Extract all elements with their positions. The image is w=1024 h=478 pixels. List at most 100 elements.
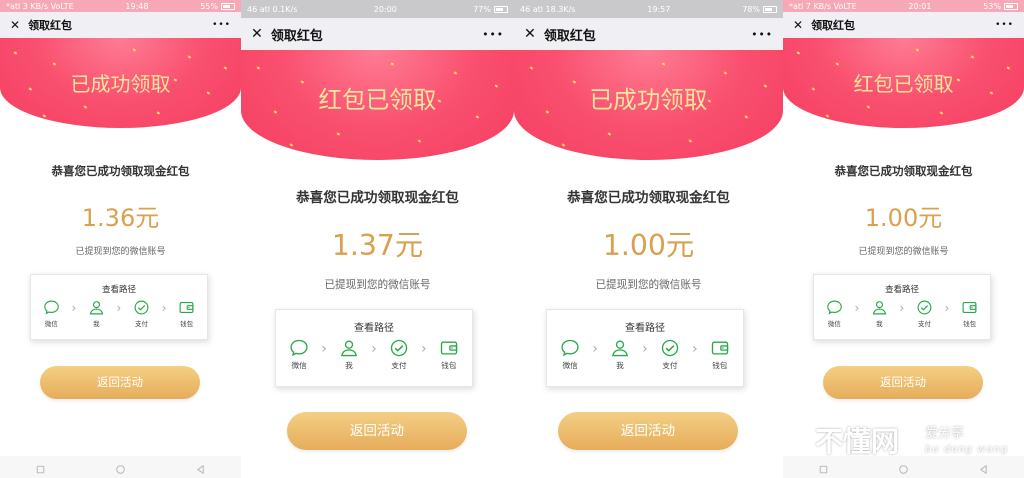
- view-path-card: 查看路径 微信 › 我 › 支付 › 钱包: [30, 274, 208, 340]
- confetti: [835, 62, 840, 66]
- path-step-label: 钱包: [963, 320, 977, 328]
- check-circle-icon: [916, 299, 933, 316]
- red-packet-amount: 1.36元: [81, 204, 160, 232]
- status-time: 19:48: [125, 1, 149, 11]
- banner-title: 红包已领取: [853, 72, 954, 96]
- red-packet-amount: 1.37元: [331, 229, 424, 262]
- path-step-label: 支付: [135, 320, 148, 328]
- banner-title: 已成功领取: [589, 85, 708, 114]
- path-step: 微信: [560, 338, 580, 371]
- path-step-label: 支付: [391, 361, 407, 371]
- back-to-activity-button[interactable]: 返回活动: [40, 366, 200, 399]
- path-step-label: 我: [345, 361, 353, 371]
- status-right: 53%: [983, 2, 1018, 11]
- confetti: [826, 113, 830, 117]
- wallet-icon: [710, 338, 730, 358]
- red-banner: 红包已领取: [241, 50, 514, 160]
- close-icon[interactable]: ✕: [793, 18, 803, 32]
- confetti: [607, 131, 612, 135]
- chevron-right-icon: ›: [642, 340, 648, 357]
- back-to-activity-button[interactable]: 返回活动: [823, 366, 983, 399]
- more-icon[interactable]: •••: [995, 20, 1014, 30]
- chevron-right-icon: ›: [371, 340, 377, 357]
- watermark-pinyin: bu dong wang: [925, 444, 1009, 455]
- back-to-activity-button[interactable]: 返回活动: [287, 412, 467, 450]
- more-icon[interactable]: •••: [212, 20, 231, 30]
- chevron-right-icon: ›: [899, 301, 905, 315]
- system-nav-bar: [0, 456, 241, 478]
- confetti: [187, 55, 192, 59]
- title-bar: ✕ 领取红包 •••: [0, 12, 241, 38]
- chat-bubble-icon: [826, 299, 843, 316]
- confetti: [688, 139, 693, 143]
- status-signal: *atl 7 KB/s VoLTE: [789, 1, 857, 11]
- battery-icon: [221, 2, 235, 10]
- confetti: [939, 111, 943, 114]
- status-right: 77%: [473, 5, 508, 14]
- path-step: 钱包: [710, 338, 730, 371]
- battery-percent: 53%: [983, 1, 1001, 11]
- page-title: 领取红包: [270, 28, 323, 44]
- path-step-label: 我: [93, 320, 100, 328]
- circle-icon[interactable]: [114, 461, 127, 474]
- check-circle-icon: [660, 338, 680, 358]
- confetti: [336, 131, 340, 135]
- path-step-label: 微信: [44, 320, 58, 328]
- path-step: 支付: [660, 338, 680, 371]
- path-step: 钱包: [178, 299, 195, 328]
- path-steps: 微信 › 我 › 支付 › 钱包: [547, 338, 743, 371]
- confetti: [132, 48, 136, 51]
- square-icon[interactable]: [817, 461, 830, 474]
- chevron-right-icon: ›: [691, 340, 698, 357]
- path-step: 支付: [133, 299, 150, 328]
- wallet-icon: [439, 338, 459, 358]
- more-icon[interactable]: •••: [751, 28, 773, 41]
- path-step: 微信: [826, 299, 843, 328]
- more-icon[interactable]: •••: [482, 28, 504, 41]
- confetti: [970, 55, 975, 59]
- chevron-right-icon: ›: [420, 340, 427, 357]
- confetti: [562, 142, 566, 146]
- triangle-back-icon[interactable]: [194, 461, 207, 474]
- path-step: 微信: [289, 338, 309, 371]
- status-bar: 46 atl 0.1K/s 20:00 77%: [241, 0, 514, 18]
- path-steps: 微信 › 我 › 支付 › 钱包: [31, 299, 207, 328]
- path-step: 钱包: [961, 299, 978, 328]
- back-to-activity-button[interactable]: 返回活动: [558, 412, 738, 450]
- confetti: [745, 115, 749, 119]
- path-step: 我: [610, 338, 630, 371]
- title-bar: ✕ 领取红包 •••: [241, 18, 514, 50]
- confetti: [661, 62, 666, 66]
- status-time: 19:57: [647, 4, 671, 14]
- path-step: 支付: [389, 338, 409, 371]
- view-path-title: 查看路径: [884, 285, 919, 295]
- close-icon[interactable]: ✕: [524, 26, 536, 42]
- path-step-label: 钱包: [712, 361, 728, 371]
- congrats-text: 恭喜您已成功领取现金红包: [567, 190, 730, 206]
- chevron-right-icon: ›: [592, 340, 598, 357]
- confetti: [797, 50, 801, 54]
- person-icon: [339, 338, 359, 358]
- confetti: [453, 71, 458, 75]
- withdraw-note: 已提现到您的微信账号: [595, 278, 702, 291]
- battery-icon: [1004, 2, 1018, 10]
- close-icon[interactable]: ✕: [10, 18, 20, 32]
- page-title: 领取红包: [811, 19, 856, 32]
- square-icon[interactable]: [34, 461, 47, 474]
- triangle-back-icon[interactable]: [977, 461, 990, 474]
- path-step: 支付: [916, 299, 933, 328]
- phone-screen-3: 46 atl 18.3K/s 19:57 78% ✕ 领取红包 ••• 已成功领取 恭喜您已成…: [514, 0, 783, 478]
- close-icon[interactable]: ✕: [251, 26, 263, 42]
- status-bar: 46 atl 18.3K/s 19:57 78%: [514, 0, 783, 18]
- circle-icon[interactable]: [897, 461, 910, 474]
- path-step-label: 微信: [291, 361, 307, 371]
- view-path-card: 查看路径 微信 › 我 › 支付 › 钱包: [546, 309, 744, 387]
- path-step: 我: [871, 299, 888, 328]
- path-step-label: 钱包: [180, 320, 194, 328]
- confetti: [915, 48, 919, 51]
- status-bar: *atl 3 KB/s VoLTE 19:48 55%: [0, 0, 241, 12]
- banner-title: 已成功领取: [70, 72, 171, 96]
- battery-percent: 77%: [473, 4, 491, 14]
- battery-icon: [494, 5, 508, 13]
- path-step-label: 支付: [918, 320, 931, 328]
